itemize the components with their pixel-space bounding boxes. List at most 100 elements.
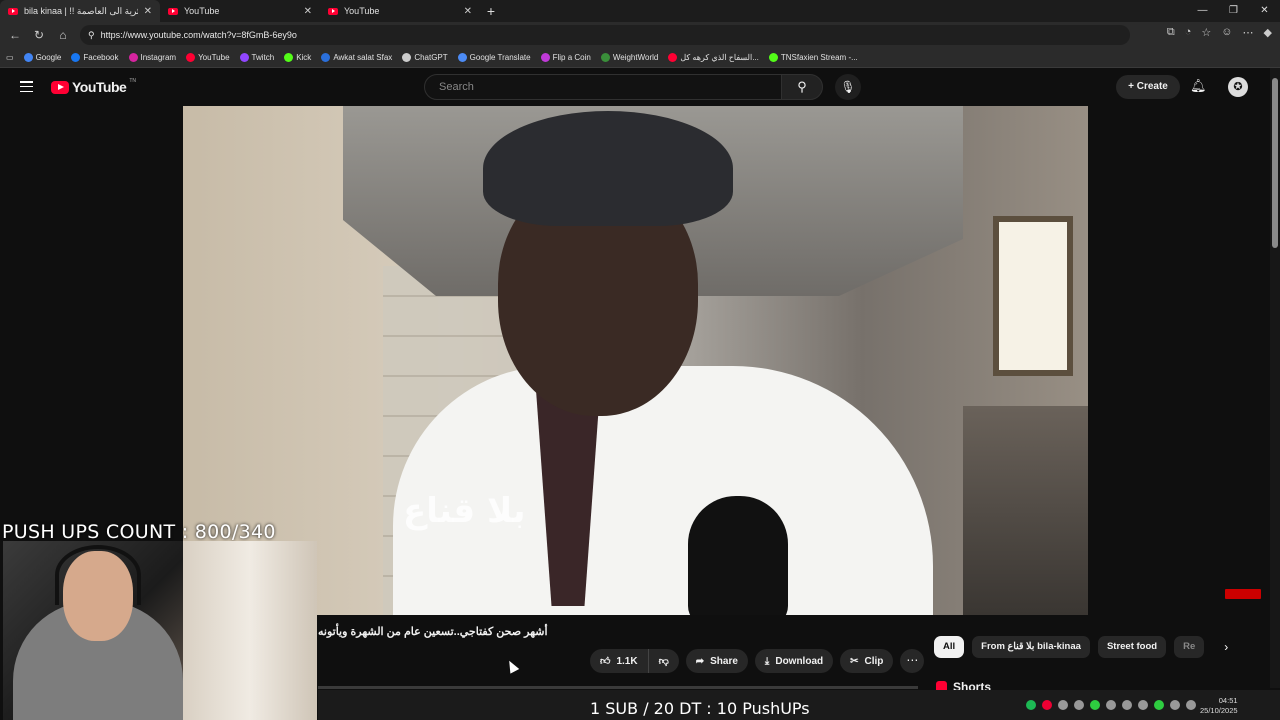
search-button[interactable]: ⚲	[781, 74, 823, 100]
volume-icon[interactable]	[1186, 700, 1196, 710]
dislike-button[interactable]: 👎︎	[648, 649, 679, 673]
tray-app-icon[interactable]	[1154, 700, 1164, 710]
video-player[interactable]: بلا قناع	[183, 106, 1088, 615]
bookmark-awkat-salat[interactable]: Awkat salat Sfax	[321, 53, 392, 62]
youtube-favicon-icon	[8, 7, 18, 15]
thumbs-down-icon: 👎︎	[658, 656, 669, 667]
more-actions-button[interactable]: ⋯	[900, 649, 925, 673]
bookmark-twitch[interactable]: Twitch	[239, 53, 274, 62]
bookmark-label: السفاح الذي كرهه كل...	[680, 53, 759, 62]
clock-time: 04:51	[1218, 696, 1238, 705]
bookmark-weightworld[interactable]: WeightWorld	[600, 53, 658, 62]
mouse-cursor-icon	[504, 658, 520, 674]
menu-icon[interactable]	[20, 81, 33, 92]
close-tab-icon[interactable]: ✕	[304, 6, 312, 17]
tab-bila-kinaa[interactable]: bila kinaa | !! الجزائرية الى العاصمة ✕	[0, 0, 160, 22]
youtube-icon	[668, 53, 678, 62]
country-code: TN	[129, 78, 136, 84]
more-icon[interactable]: ⋯	[1243, 26, 1254, 39]
create-button[interactable]: + Create	[1116, 75, 1180, 99]
home-icon[interactable]: ⌂	[54, 28, 72, 42]
mic-tray-icon[interactable]	[1138, 700, 1148, 710]
youtube-logo-icon	[51, 80, 69, 94]
bookmark-flip-a-coin[interactable]: Flip a Coin	[540, 53, 591, 62]
chip-all[interactable]: All	[934, 636, 965, 658]
bookmark-google-translate[interactable]: Google Translate	[457, 53, 531, 62]
related-chips: All From بلا قناع bila-kinaa Street food…	[934, 636, 1228, 658]
chatgpt-icon	[402, 53, 412, 62]
share-button[interactable]: ➦ Share	[685, 649, 748, 673]
instagram-icon	[128, 53, 138, 62]
back-icon[interactable]: ←	[6, 28, 24, 42]
bookmark-facebook[interactable]: Facebook	[71, 53, 119, 62]
new-tab-button[interactable]: +	[480, 3, 502, 19]
copilot-icon[interactable]: ◆	[1264, 26, 1272, 39]
search-input[interactable]: Search	[424, 74, 782, 100]
bookmark-arabic-video[interactable]: السفاح الذي كرهه كل...	[668, 53, 759, 62]
bookmark-chatgpt[interactable]: ChatGPT	[402, 53, 448, 62]
minimize-icon[interactable]: —	[1187, 0, 1218, 22]
app-icon[interactable]	[1042, 700, 1052, 710]
scrollbar-thumb[interactable]	[1272, 78, 1278, 248]
kitchen-window	[993, 216, 1073, 376]
bookmark-kick[interactable]: Kick	[284, 53, 311, 62]
chef-cap	[483, 111, 733, 226]
share-icon: ➦	[695, 655, 705, 667]
network-icon[interactable]	[1170, 700, 1180, 710]
close-tab-icon[interactable]: ✕	[144, 6, 152, 17]
clip-label: Clip	[864, 655, 884, 667]
like-count: 1.1K	[616, 655, 638, 667]
bookmark-youtube[interactable]: YouTube	[186, 53, 230, 62]
translate-icon	[457, 53, 467, 62]
tray-app-icon[interactable]	[1058, 700, 1068, 710]
youtube-favicon-icon	[168, 7, 178, 15]
chip-related[interactable]: Re	[1174, 636, 1205, 658]
share-label: Share	[710, 655, 738, 667]
system-tray	[1026, 700, 1196, 710]
chevron-right-icon[interactable]: ›	[1224, 640, 1228, 654]
address-toolbar: ← ↻ ⌂ ⚲ https://www.youtube.com/watch?v=…	[0, 22, 1280, 48]
bookmark-label: Facebook	[83, 53, 119, 62]
close-window-icon[interactable]: ✕	[1249, 0, 1280, 22]
bookmarks-icon[interactable]: ▭	[6, 53, 14, 62]
chip-street-food[interactable]: Street food	[1097, 636, 1167, 658]
restore-icon[interactable]: ❐	[1218, 0, 1249, 22]
download-button[interactable]: ⤓ Download	[754, 649, 834, 673]
page-scrollbar[interactable]	[1270, 68, 1280, 688]
tray-app-icon[interactable]	[1074, 700, 1084, 710]
tray-app-icon[interactable]	[1090, 700, 1100, 710]
youtube-logo[interactable]: YouTube TN	[51, 78, 136, 95]
close-tab-icon[interactable]: ✕	[464, 6, 472, 17]
like-button[interactable]: 👍︎ 1.1K	[590, 649, 649, 673]
bookmark-instagram[interactable]: Instagram	[128, 53, 176, 62]
bookmark-label: Kick	[296, 53, 312, 62]
tab-youtube-1[interactable]: YouTube ✕	[160, 0, 320, 22]
twitch-icon	[239, 53, 249, 62]
browser-tab-bar: bila kinaa | !! الجزائرية الى العاصمة ✕ …	[0, 0, 1280, 22]
favorites-icon[interactable]: ☆	[1201, 26, 1211, 39]
logo-text: YouTube	[72, 79, 127, 95]
webcam-overlay	[3, 541, 317, 720]
tab-title: YouTube	[184, 6, 220, 16]
video-title: أشهر صحن كفتاجي..تسعين عام من الشهرة ويأ…	[318, 626, 548, 638]
page-divider	[318, 686, 918, 689]
bookmark-google[interactable]: Google	[23, 53, 61, 62]
tab-youtube-2[interactable]: YouTube ✕	[320, 0, 480, 22]
notifications-icon[interactable]: 🔔︎	[1190, 78, 1207, 94]
clip-button[interactable]: ✂ Clip	[840, 649, 894, 673]
url-bar[interactable]: ⚲ https://www.youtube.com/watch?v=8fGmB-…	[80, 25, 1130, 45]
chip-from-channel[interactable]: From بلا قناع bila-kinaa	[972, 636, 1090, 658]
performance-icon[interactable]: ◔	[1185, 26, 1192, 39]
tray-app-icon[interactable]	[1106, 700, 1116, 710]
profile-icon[interactable]: ☺	[1221, 26, 1232, 39]
system-clock[interactable]: 04:51 25/10/2025	[1200, 696, 1238, 716]
tray-app-icon[interactable]	[1122, 700, 1132, 710]
refresh-icon[interactable]: ↻	[30, 28, 48, 42]
site-info-icon[interactable]: ⚲	[88, 30, 95, 41]
spotify-icon[interactable]	[1026, 700, 1036, 710]
interview-microphone	[688, 496, 788, 615]
bookmark-tnsfaxien[interactable]: TNSfaxien Stream -...	[768, 53, 858, 62]
extensions-icon[interactable]: ⧉	[1167, 26, 1175, 39]
avatar[interactable]: ✪	[1228, 77, 1248, 97]
voice-search-button[interactable]: 🎙︎	[835, 74, 861, 100]
